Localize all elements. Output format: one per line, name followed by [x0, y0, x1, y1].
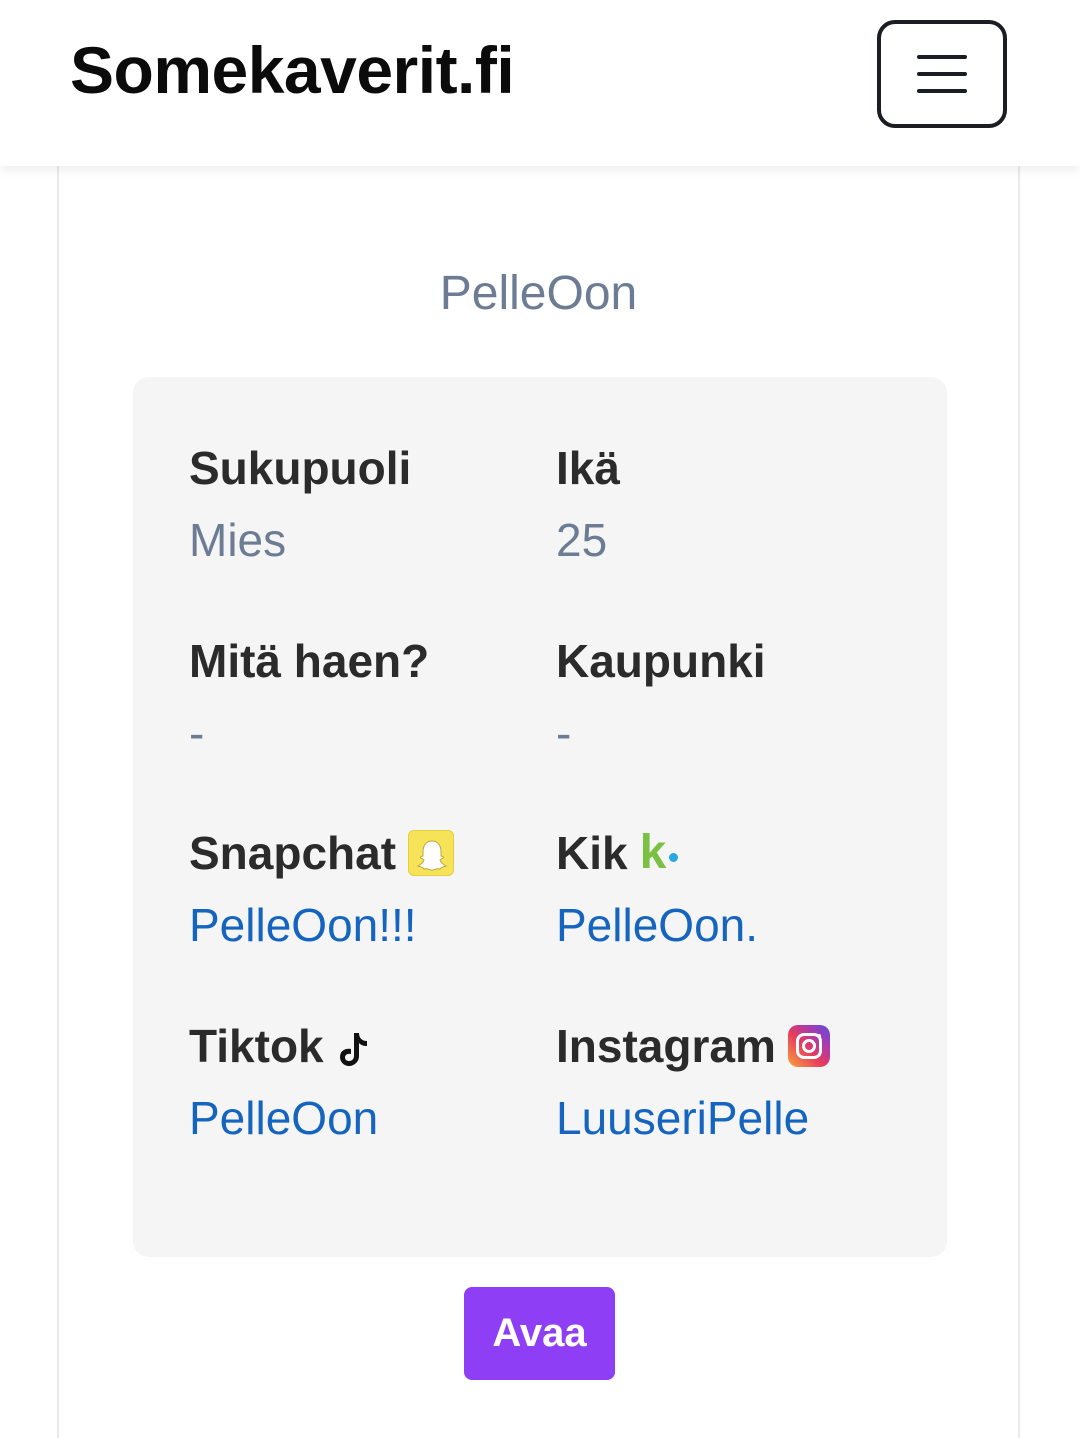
field-value: -: [556, 707, 572, 759]
kik-username-link[interactable]: PelleOon.: [556, 897, 758, 953]
kik-icon: k: [640, 829, 681, 877]
hamburger-menu-icon: [917, 72, 967, 76]
field-label: Kik: [556, 827, 628, 879]
tiktok-icon: [336, 1026, 372, 1066]
field-kik: Kik k PelleOon.: [556, 825, 758, 953]
field-value: 25: [556, 514, 608, 566]
instagram-username-link[interactable]: LuuseriPelle: [556, 1090, 830, 1146]
snapchat-icon: [408, 830, 455, 876]
hamburger-menu-icon: [917, 89, 967, 93]
field-age: Ikä 25: [556, 440, 620, 568]
field-gender: Sukupuoli Mies: [189, 440, 411, 568]
field-label: Tiktok: [189, 1020, 324, 1072]
profile-info-card: Sukupuoli Mies Ikä 25 Mitä haen? - Kaupu…: [133, 377, 947, 1257]
instagram-icon: [787, 1025, 830, 1067]
field-value: Mies: [189, 514, 287, 566]
field-snapchat: Snapchat PelleOon!!!: [189, 825, 455, 953]
tiktok-username-link[interactable]: PelleOon: [189, 1090, 378, 1146]
open-button[interactable]: Avaa: [464, 1287, 615, 1380]
hamburger-menu-icon: [917, 55, 967, 59]
field-label: Instagram: [556, 1020, 776, 1072]
field-label: Mitä haen?: [189, 635, 430, 687]
menu-button[interactable]: [877, 20, 1007, 128]
field-label: Snapchat: [189, 827, 397, 879]
field-label: Ikä: [556, 442, 620, 494]
field-looking-for: Mitä haen? -: [189, 633, 429, 761]
profile-page: PelleOon Sukupuoli Mies Ikä 25 Mitä haen…: [57, 166, 1020, 1438]
field-city: Kaupunki -: [556, 633, 766, 761]
site-logo[interactable]: Somekaverit.fi: [70, 32, 515, 108]
field-value: -: [189, 707, 205, 759]
field-label: Sukupuoli: [189, 442, 412, 494]
profile-username: PelleOon: [439, 267, 638, 320]
field-tiktok: Tiktok PelleOon: [189, 1018, 378, 1146]
navbar: Somekaverit.fi: [0, 0, 1080, 166]
field-instagram: Instagram LuuseriPelle: [556, 1018, 830, 1146]
snapchat-username-link[interactable]: PelleOon!!!: [189, 897, 454, 953]
field-label: Kaupunki: [556, 635, 766, 687]
